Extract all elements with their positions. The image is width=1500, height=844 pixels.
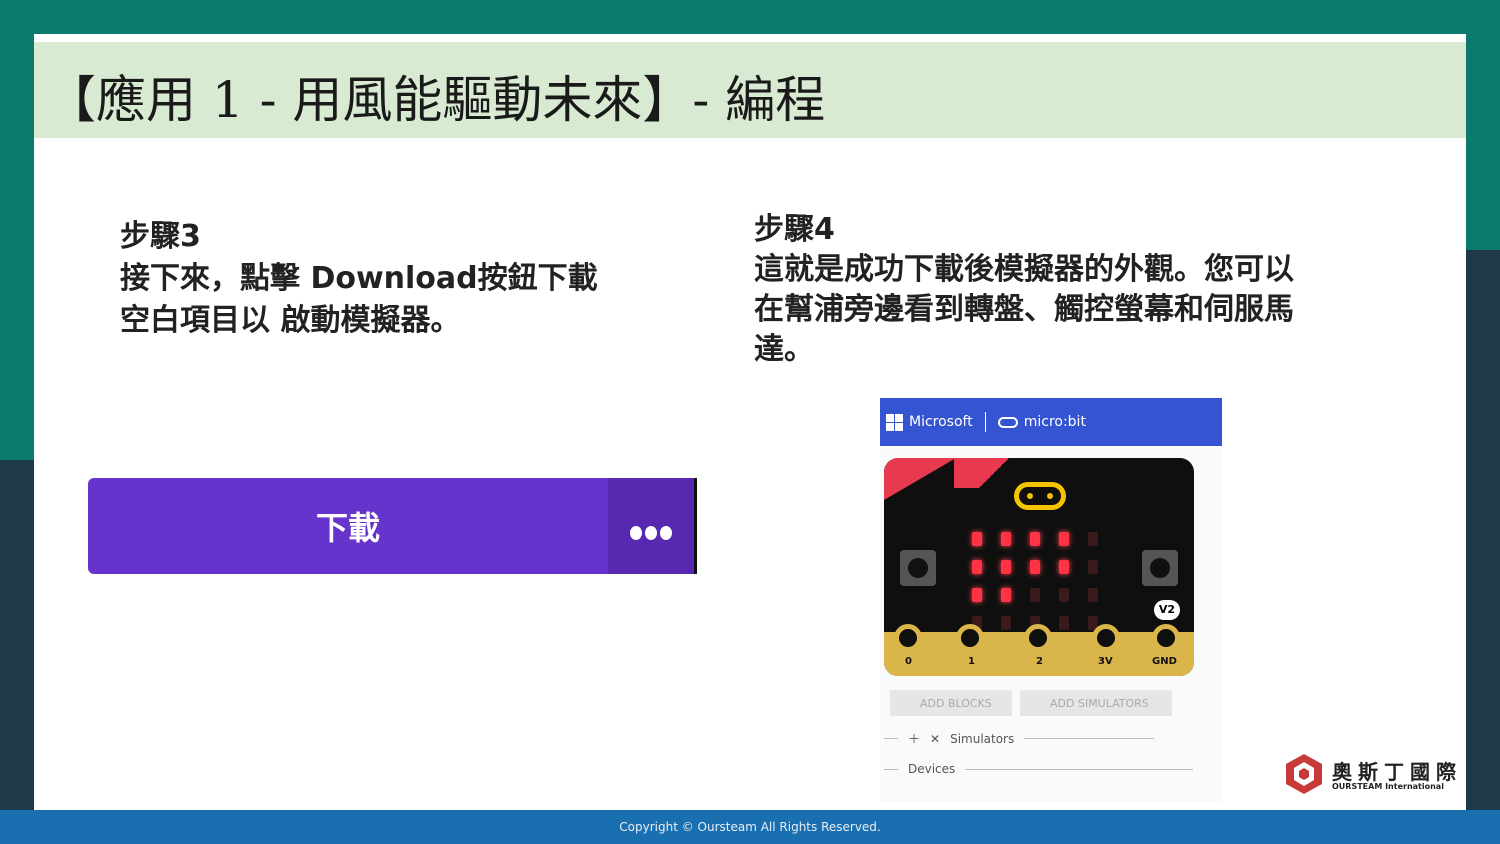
ellipsis-icon	[630, 526, 672, 540]
add-simulators-button[interactable]: ADD SIMULATORS	[1020, 690, 1172, 716]
simulator-header: Microsoft micro:bit	[880, 398, 1222, 446]
microsoft-label: Microsoft	[909, 414, 973, 430]
button-a[interactable]	[900, 550, 936, 586]
microbit-label: micro:bit	[1023, 414, 1086, 430]
step4-text: 步驟4 這就是成功下載後模擬器的外觀。您可以 在幫浦旁邊看到轉盤、觸控螢幕和伺服…	[754, 210, 1374, 370]
pin-label: 1	[968, 656, 975, 667]
simulators-label: Simulators	[950, 731, 1015, 746]
pin-label: 0	[905, 656, 912, 667]
brand-name: 奧斯丁國際	[1332, 760, 1462, 784]
pin-3v[interactable]	[1092, 624, 1120, 652]
board-corner-decor	[884, 458, 956, 500]
simulators-row: ＋ ✕ Simulators	[884, 730, 1155, 747]
devices-row: Devices	[884, 762, 1194, 776]
simulator-screenshot: Microsoft micro:bit V2 0 1 2 3V GND ADD …	[880, 398, 1222, 802]
add-icon[interactable]: ＋	[908, 730, 920, 747]
led-matrix	[972, 532, 1102, 630]
oursteam-cube-icon	[1286, 754, 1322, 794]
microbit-logo-icon	[997, 416, 1018, 428]
footer: Copyright © Oursteam All Rights Reserved…	[0, 810, 1500, 844]
add-blocks-button[interactable]: ADD BLOCKS	[890, 690, 1012, 716]
title-bar: 【應用 1 - 用風能驅動未來】- 編程	[34, 42, 1466, 138]
microsoft-logo-icon	[886, 413, 903, 431]
devices-label: Devices	[908, 762, 956, 776]
pin-0[interactable]	[894, 624, 922, 652]
more-options-button[interactable]	[608, 478, 694, 574]
step4-heading: 步驟4	[754, 212, 835, 247]
button-edge	[694, 478, 697, 574]
pin-1[interactable]	[956, 624, 984, 652]
step3-line2: 空白項目以 啟動模擬器。	[120, 303, 461, 338]
download-button-group: 下載	[88, 478, 697, 574]
button-b[interactable]	[1142, 550, 1178, 586]
step4-line3: 達。	[754, 332, 814, 367]
background-left-shape	[0, 460, 34, 844]
version-badge: V2	[1154, 600, 1180, 620]
slide-title: 【應用 1 - 用風能驅動未來】- 編程	[46, 71, 826, 129]
brand-subtitle: OURSTEAM International	[1332, 782, 1444, 791]
microbit-board[interactable]: V2 0 1 2 3V GND	[884, 458, 1194, 676]
step3-heading: 步驟3	[120, 219, 201, 254]
close-icon[interactable]: ✕	[930, 732, 940, 746]
pin-label: 2	[1036, 656, 1043, 667]
slide: 【應用 1 - 用風能驅動未來】- 編程 步驟3 接下來，點擊 Download…	[34, 34, 1466, 810]
pin-2[interactable]	[1024, 624, 1052, 652]
header-separator	[984, 412, 986, 432]
pin-gnd[interactable]	[1152, 624, 1180, 652]
touch-logo-icon[interactable]	[1014, 482, 1066, 510]
pin-label: 3V	[1098, 656, 1113, 667]
step3-text: 步驟3 接下來，點擊 Download按鈕下載 空白項目以 啟動模擬器。	[120, 216, 680, 342]
background-right-shape	[1466, 250, 1500, 844]
step3-line1: 接下來，點擊 Download按鈕下載	[120, 261, 598, 296]
step4-line2: 在幫浦旁邊看到轉盤、觸控螢幕和伺服馬	[754, 292, 1294, 327]
step4-line1: 這就是成功下載後模擬器的外觀。您可以	[754, 252, 1294, 287]
pin-label: GND	[1152, 656, 1177, 667]
download-button[interactable]: 下載	[88, 478, 608, 574]
brand-logo: 奧斯丁國際 OURSTEAM International	[1284, 752, 1464, 798]
copyright-text: Copyright © Oursteam All Rights Reserved…	[619, 820, 881, 834]
